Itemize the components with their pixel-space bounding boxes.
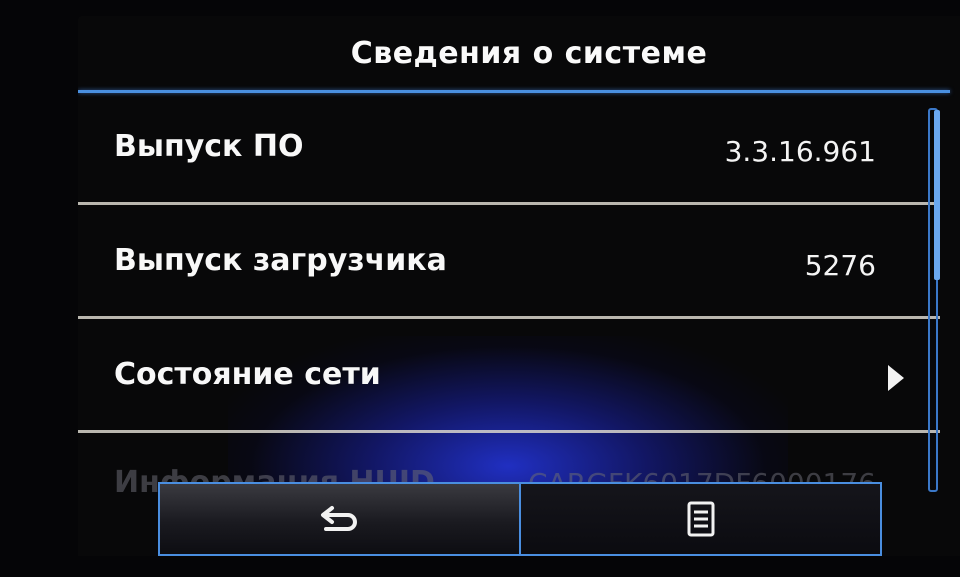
chevron-right-icon bbox=[888, 365, 904, 391]
row-label: Выпуск загрузчика bbox=[114, 243, 447, 278]
info-list: Выпуск ПО 3.3.16.961 Выпуск загрузчика 5… bbox=[78, 93, 940, 500]
list-item-bootloader-version[interactable]: Выпуск загрузчика 5276 bbox=[78, 207, 940, 319]
system-info-screen: Сведения о системе Выпуск ПО 3.3.16.961 … bbox=[78, 16, 960, 556]
row-value: 3.3.16.961 bbox=[724, 135, 876, 168]
back-button[interactable] bbox=[160, 484, 519, 554]
list-item-software-version[interactable]: Выпуск ПО 3.3.16.961 bbox=[78, 93, 940, 205]
back-arrow-icon bbox=[320, 506, 357, 531]
row-value: 5276 bbox=[804, 249, 876, 282]
row-label: Выпуск ПО bbox=[114, 129, 304, 164]
scrollbar-thumb[interactable] bbox=[934, 110, 940, 280]
screen-header: Сведения о системе bbox=[78, 16, 960, 90]
menu-button[interactable] bbox=[521, 484, 880, 554]
list-menu-icon bbox=[687, 501, 714, 537]
page-title: Сведения о системе bbox=[350, 35, 708, 71]
row-divider bbox=[78, 202, 940, 205]
row-divider bbox=[78, 316, 940, 319]
bottom-action-bar bbox=[158, 482, 882, 556]
row-label: Состояние сети bbox=[114, 357, 381, 392]
row-divider bbox=[78, 430, 940, 433]
list-item-network-status[interactable]: Состояние сети bbox=[78, 321, 940, 433]
